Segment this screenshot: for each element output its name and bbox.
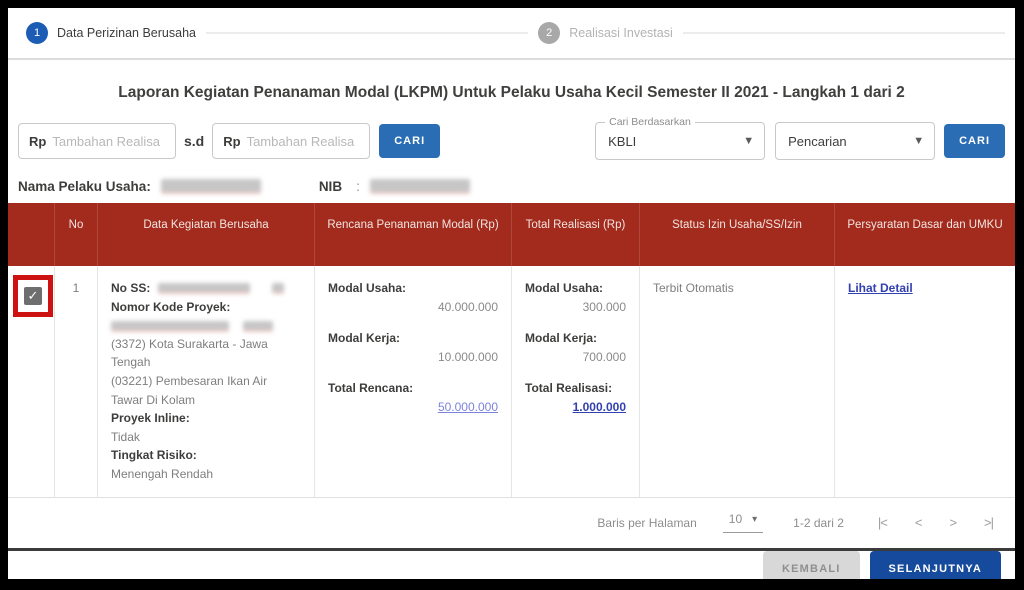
step-2-number: 2 [546, 27, 552, 39]
realisasi-modal-usaha-value: 300.000 [525, 298, 626, 317]
kembali-button[interactable]: KEMBALI [763, 551, 860, 579]
nama-pelaku-usaha-redacted-value [161, 179, 261, 194]
rencana-modal-usaha-value: 40.000.000 [328, 298, 498, 317]
no-ss-redacted-value [158, 283, 250, 294]
nib-colon: : [356, 179, 360, 194]
chevron-down-icon: ▼ [743, 135, 754, 147]
rp-prefix-min: Rp [29, 134, 46, 149]
row-no-cell: 1 [55, 266, 98, 497]
table-row: ✓ 1 No SS: Nomor Kode Proyek: (3372) Kot… [8, 266, 1015, 498]
kode-proyek-redacted-suffix [243, 321, 273, 332]
total-rencana-link[interactable]: 50.000.000 [438, 400, 498, 414]
pagination: Baris per Halaman 10 ▾ 1-2 dari 2 |< < >… [8, 498, 1015, 548]
kbli-text: (03221) Pembesaran Ikan Air Tawar Di Kol… [111, 372, 301, 409]
proyek-inline-label: Proyek Inline: [111, 409, 301, 428]
row-realisasi-cell: Modal Usaha: 300.000 Modal Kerja: 700.00… [512, 266, 640, 497]
rows-per-page-select[interactable]: 10 ▾ [723, 512, 763, 533]
realisasi-modal-kerja-label: Modal Kerja: [525, 329, 626, 348]
step-2-label: Realisasi Investasi [569, 26, 673, 40]
stepper-step-1[interactable]: 1 Data Perizinan Berusaha [26, 22, 196, 44]
row-rencana-cell: Modal Usaha: 40.000.000 Modal Kerja: 10.… [315, 266, 512, 497]
total-realisasi-link[interactable]: 1.000.000 [573, 400, 626, 414]
cari-kbli-button[interactable]: CARI [944, 124, 1005, 158]
nib-label: NIB [319, 179, 342, 194]
pencarian-value: Pencarian [788, 134, 905, 149]
kode-proyek-redacted-value [111, 321, 229, 332]
tambahan-realisasi-max-field[interactable]: Rp [212, 123, 370, 159]
page-title: Laporan Kegiatan Penanaman Modal (LKPM) … [8, 84, 1015, 102]
range-separator-label: s.d [184, 133, 204, 149]
row-status-cell: Terbit Otomatis [640, 266, 835, 497]
rp-prefix-max: Rp [223, 134, 240, 149]
step-2-circle: 2 [538, 22, 560, 44]
last-page-icon[interactable]: >| [984, 515, 993, 530]
cari-realisasi-button[interactable]: CARI [379, 124, 440, 158]
row-persyaratan-cell: Lihat Detail [835, 266, 1015, 497]
lokasi-text: (3372) Kota Surakarta - Jawa Tengah [111, 335, 301, 372]
pagination-range: 1-2 dari 2 [793, 516, 844, 530]
nomor-kode-proyek-label: Nomor Kode Proyek: [111, 298, 301, 317]
tambahan-realisasi-min-field[interactable]: Rp [18, 123, 176, 159]
step-1-circle: 1 [26, 22, 48, 44]
stepper: 1 Data Perizinan Berusaha 2 Realisasi In… [8, 8, 1015, 58]
selanjutnya-button[interactable]: SELANJUTNYA [870, 551, 1001, 579]
check-icon: ✓ [28, 286, 39, 306]
total-realisasi-label: Total Realisasi: [525, 379, 626, 398]
header-data-kegiatan: Data Kegiatan Berusaha [98, 203, 315, 266]
cari-berdasarkan-value: KBLI [608, 134, 735, 149]
tingkat-risiko-value: Menengah Rendah [111, 465, 301, 484]
row-checkbox[interactable]: ✓ [24, 287, 42, 305]
header-checkbox-column [8, 203, 55, 266]
stepper-connector-end [683, 32, 1005, 34]
header-no: No [55, 203, 98, 266]
no-ss-label: No SS: [111, 281, 150, 295]
total-rencana-label: Total Rencana: [328, 379, 498, 398]
header-rencana: Rencana Penanaman Modal (Rp) [315, 203, 512, 266]
nama-pelaku-usaha-label: Nama Pelaku Usaha: [18, 179, 151, 194]
no-ss-redacted-suffix [272, 283, 284, 294]
rencana-modal-usaha-label: Modal Usaha: [328, 279, 498, 298]
table-header-row: No Data Kegiatan Berusaha Rencana Penana… [8, 203, 1015, 266]
pencarian-select[interactable]: Pencarian ▼ [775, 122, 935, 160]
chevron-down-icon: ▼ [913, 135, 924, 147]
cari-berdasarkan-label: Cari Berdasarkan [605, 116, 695, 128]
tambahan-realisasi-min-input[interactable] [52, 134, 165, 149]
tingkat-risiko-label: Tingkat Risiko: [111, 446, 301, 465]
lkpm-page: 1 Data Perizinan Berusaha 2 Realisasi In… [8, 8, 1015, 579]
header-status-izin: Status Izin Usaha/SS/Izin [640, 203, 835, 266]
stepper-connector [206, 32, 528, 34]
lihat-detail-link[interactable]: Lihat Detail [848, 281, 913, 295]
cari-berdasarkan-select[interactable]: Cari Berdasarkan KBLI ▼ [595, 122, 765, 160]
realisasi-modal-usaha-label: Modal Usaha: [525, 279, 626, 298]
realisasi-modal-kerja-value: 700.000 [525, 348, 626, 367]
step-1-label: Data Perizinan Berusaha [57, 26, 196, 40]
header-persyaratan: Persyaratan Dasar dan UMKU [835, 203, 1015, 266]
chevron-down-icon: ▾ [752, 514, 757, 525]
row-kegiatan-cell: No SS: Nomor Kode Proyek: (3372) Kota Su… [98, 266, 315, 497]
tambahan-realisasi-max-input[interactable] [247, 134, 360, 149]
filter-row: Rp s.d Rp CARI Cari Berdasarkan KBLI ▼ P… [8, 122, 1015, 160]
proyek-inline-value: Tidak [111, 428, 301, 447]
previous-page-icon[interactable]: < [915, 515, 922, 530]
header-total-realisasi: Total Realisasi (Rp) [512, 203, 640, 266]
first-page-icon[interactable]: |< [878, 515, 887, 530]
rows-per-page-value: 10 [729, 512, 742, 526]
stepper-step-2[interactable]: 2 Realisasi Investasi [538, 22, 673, 44]
kegiatan-table: No Data Kegiatan Berusaha Rencana Penana… [8, 203, 1015, 498]
stepper-divider [8, 58, 1015, 60]
nib-redacted-value [370, 179, 470, 194]
pagination-nav: |< < > >| [878, 515, 993, 530]
identity-row: Nama Pelaku Usaha: NIB : [8, 179, 1015, 194]
footer-actions: KEMBALI SELANJUTNYA [8, 551, 1015, 579]
rencana-modal-kerja-label: Modal Kerja: [328, 329, 498, 348]
red-highlight-annotation: ✓ [13, 275, 53, 317]
rows-per-page-label: Baris per Halaman [597, 516, 696, 530]
next-page-icon[interactable]: > [949, 515, 956, 530]
rencana-modal-kerja-value: 10.000.000 [328, 348, 498, 367]
step-1-number: 1 [34, 27, 40, 39]
row-checkbox-cell: ✓ [8, 266, 55, 497]
